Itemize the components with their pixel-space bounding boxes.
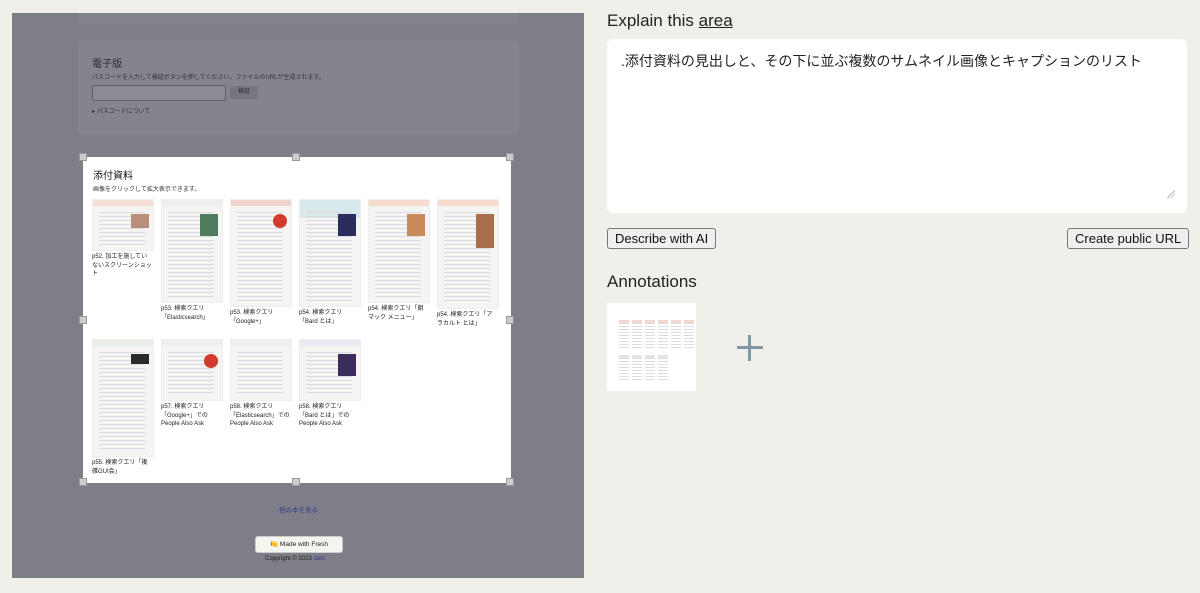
mini-thumb xyxy=(619,355,629,382)
copyright-text: Copyright © 2023 xyxy=(265,556,312,562)
mini-thumb xyxy=(632,355,642,382)
attachment-thumbnail: p54. 検索クエリ「朝 マック メニュー」 xyxy=(368,199,430,322)
attachments-title: 添付資料 xyxy=(93,171,133,182)
resize-handle-nw[interactable] xyxy=(79,153,87,161)
thumbnail-caption: p53. 検索クエリ 「Elasticsearch」 xyxy=(161,306,209,321)
thumbnail-caption: p55. 検索クエリ「複 雑GUI会」 xyxy=(92,460,148,475)
mini-thumb xyxy=(658,355,668,382)
mini-thumb xyxy=(619,320,629,349)
resize-handle-n[interactable] xyxy=(292,153,300,161)
screenshot-canvas[interactable]: 電子版 パスコードを入力して検証ボタンを押してください。ファイルのURLが生成さ… xyxy=(12,13,584,578)
resize-handle-sw[interactable] xyxy=(79,478,87,486)
ebook-title: 電子版 xyxy=(92,59,122,70)
ebook-description: パスコードを入力して検証ボタンを押してください。ファイルのURLが生成されます。 xyxy=(92,75,325,81)
mini-thumb xyxy=(645,320,655,349)
attachments-subtitle: 画像をクリックして拡大表示できます。 xyxy=(93,187,201,193)
thumbnail-image xyxy=(161,199,223,303)
area-link[interactable]: area xyxy=(699,11,733,30)
resize-handle-se[interactable] xyxy=(506,478,514,486)
made-with-label: Made with Fresh xyxy=(279,541,328,548)
thumbnail-image xyxy=(92,339,154,457)
attachment-thumbnail: p54. 検索クエリ「ア ラカルト とは」 xyxy=(437,199,499,328)
mini-thumb xyxy=(671,320,681,349)
ebook-section: 電子版 パスコードを入力して検証ボタンを押してください。ファイルのURLが生成さ… xyxy=(78,40,519,135)
card-top-edge xyxy=(78,13,518,24)
selection-area[interactable]: 添付資料 画像をクリックして拡大表示できます。 p52. 加工を施してい ないス… xyxy=(83,157,511,483)
thumbnail-caption: p58. 検索クエリ 「Elasticsearch」での People Also… xyxy=(230,404,290,427)
thumbnail-image xyxy=(437,199,499,309)
resize-handle-e[interactable] xyxy=(506,316,514,324)
mini-thumb xyxy=(684,320,694,349)
thumbnail-caption: p54. 検索クエリ 「Bard とは」 xyxy=(299,310,343,325)
thumbnail-image xyxy=(299,199,361,307)
resize-handle-s[interactable] xyxy=(292,478,300,486)
other-books-link: 他の本を見る xyxy=(279,507,318,514)
attachment-thumbnail: p55. 検索クエリ「複 雑GUI会」 xyxy=(92,339,154,476)
attachment-thumbnail: p54. 検索クエリ 「Bard とは」 xyxy=(299,199,361,326)
thumbnail-image xyxy=(299,339,361,401)
thumbnail-caption: p57. 検索クエリ 「Google+」での People Also Ask xyxy=(161,404,208,427)
explain-heading: Explain this area xyxy=(607,11,733,31)
attachment-thumbnail: p52. 加工を施してい ないスクリーンショッ ト xyxy=(92,199,154,279)
thumbnail-caption: p52. 加工を施してい ないスクリーンショッ ト xyxy=(92,254,152,277)
annotations-heading: Annotations xyxy=(607,272,697,291)
thumbnail-image xyxy=(161,339,223,401)
passcode-input xyxy=(92,85,226,101)
attachment-thumbnail: p53. 検索クエリ 「Elasticsearch」 xyxy=(161,199,223,322)
annotation-thumbnail[interactable] xyxy=(607,303,696,391)
attachment-thumbnail: p53. 検索クエリ 「Google+」 xyxy=(230,199,292,326)
add-annotation-plus-icon[interactable] xyxy=(737,335,763,361)
copyright-link: dalo xyxy=(313,556,325,562)
thumbnail-image xyxy=(230,339,292,401)
made-with-fresh-badge: 🍋 Made with Fresh xyxy=(255,536,343,553)
explain-prefix: Explain this xyxy=(607,11,694,30)
mini-thumb xyxy=(645,355,655,382)
thumbnail-caption: p54. 検索クエリ「朝 マック メニュー」 xyxy=(368,306,424,321)
mini-thumb xyxy=(632,320,642,349)
lemon-icon: 🍋 xyxy=(270,541,279,548)
resize-handle-ne[interactable] xyxy=(506,153,514,161)
thumbnail-caption: p54. 検索クエリ「ア ラカルト とは」 xyxy=(437,312,493,327)
verify-button: 検証 xyxy=(230,86,258,99)
copyright: Copyright © 2023 dalo xyxy=(265,556,325,562)
thumbnail-caption: p58. 検索クエリ 「Bard とは」での People Also Ask xyxy=(299,404,350,427)
thumbnail-caption: p53. 検索クエリ 「Google+」 xyxy=(230,310,274,325)
resize-grip-icon[interactable] xyxy=(1167,190,1175,198)
resize-handle-w[interactable] xyxy=(79,316,87,324)
thumbnail-image xyxy=(368,199,430,303)
describe-with-ai-button[interactable]: Describe with AI xyxy=(607,228,717,249)
attachment-thumbnail: p58. 検索クエリ 「Elasticsearch」での People Also… xyxy=(230,339,292,429)
thumbnail-image xyxy=(230,199,292,307)
attachment-thumbnail: p58. 検索クエリ 「Bard とは」での People Also Ask xyxy=(299,339,361,429)
attachment-thumbnail: p57. 検索クエリ 「Google+」での People Also Ask xyxy=(161,339,223,429)
description-text: .添付資料の見出しと、その下に並ぶ複数のサムネイル画像とキャプションのリスト xyxy=(621,53,1143,69)
passcode-info-link: ▸ パスコードについて xyxy=(92,109,151,115)
thumbnail-image xyxy=(92,199,154,251)
create-public-url-button[interactable]: Create public URL xyxy=(1067,228,1190,249)
description-textarea[interactable]: .添付資料の見出しと、その下に並ぶ複数のサムネイル画像とキャプションのリスト xyxy=(607,39,1187,213)
mini-thumb xyxy=(658,320,668,349)
